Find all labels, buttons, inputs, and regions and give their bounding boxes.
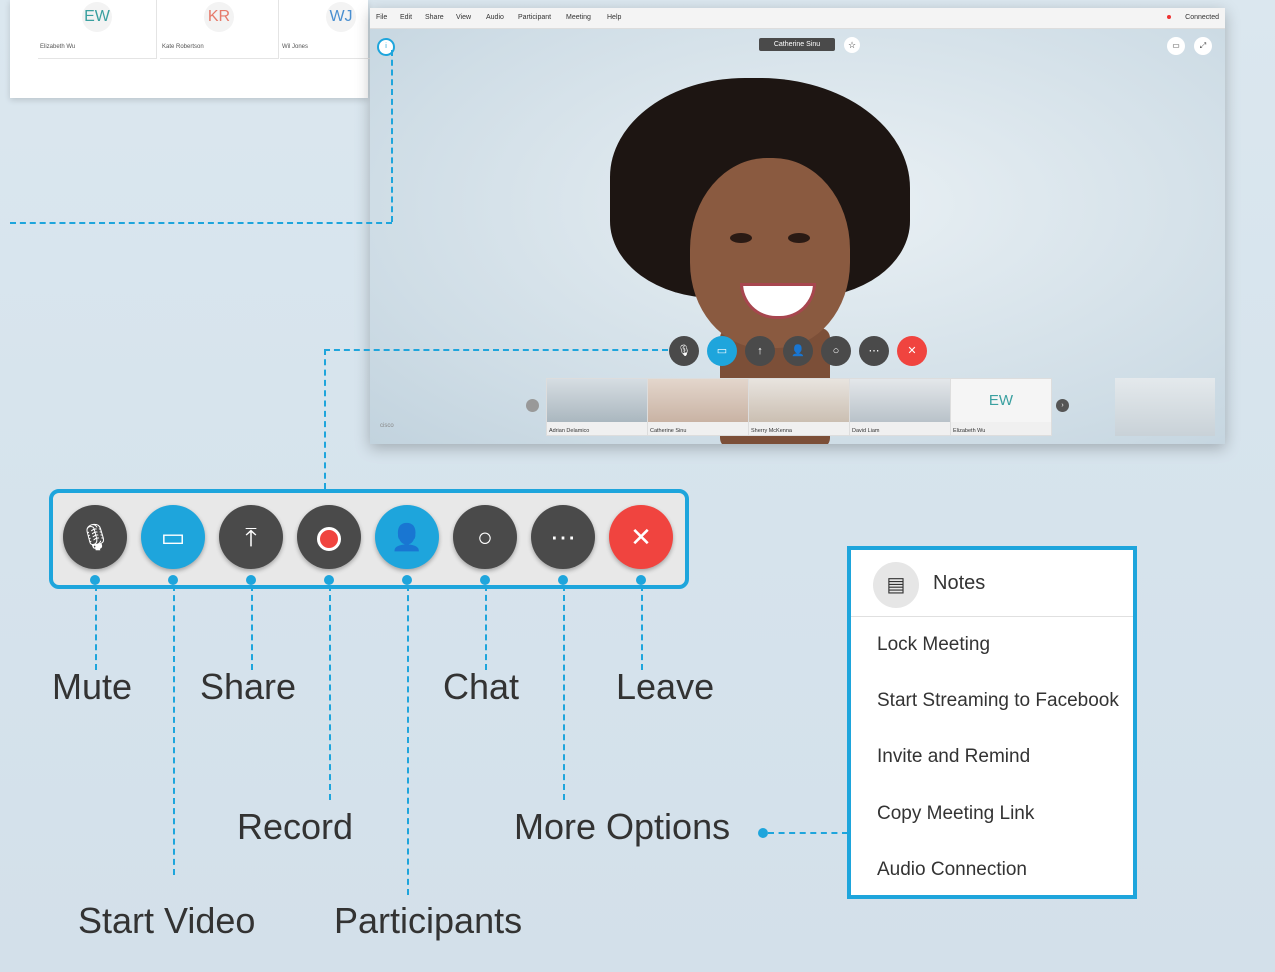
share-label: Share — [200, 666, 297, 707]
record-button[interactable] — [297, 505, 361, 569]
filmstrip-prev-icon[interactable] — [526, 399, 539, 412]
mini-chat-button[interactable]: ○ — [821, 336, 851, 366]
mini-video-button[interactable]: ▭ — [707, 336, 737, 366]
filmstrip-tile[interactable]: Sherry McKenna — [748, 378, 850, 436]
start-video-button[interactable]: ▭ — [141, 505, 205, 569]
menu-item-stream-facebook[interactable]: Start Streaming to Facebook — [877, 690, 1119, 712]
tile-name: Elizabeth Wu — [953, 428, 986, 434]
participants-label: Participants — [334, 900, 523, 941]
filmstrip-tile[interactable]: Catherine Sinu — [647, 378, 749, 436]
menu-item-audio-connection[interactable]: Audio Connection — [877, 859, 1027, 881]
cisco-logo: cisco — [380, 423, 394, 429]
mute-button[interactable]: 🎙 — [63, 505, 127, 569]
mini-share-button[interactable]: ↑ — [745, 336, 775, 366]
menu-view[interactable]: View — [456, 14, 471, 21]
avatar: EW — [82, 2, 112, 32]
filmstrip-next-icon[interactable]: › — [1056, 399, 1069, 412]
filmstrip-tile[interactable]: David Liam — [849, 378, 951, 436]
menu-share[interactable]: Share — [425, 14, 444, 21]
self-view — [1115, 378, 1215, 436]
mini-more-button[interactable]: ⋯ — [859, 336, 889, 366]
active-speaker-label: Catherine Sinu — [759, 38, 835, 51]
menu-item-notes[interactable]: Notes — [933, 572, 985, 595]
layout-icon[interactable]: ▭ — [1167, 37, 1185, 55]
popout-icon[interactable]: ⤢ — [1194, 37, 1212, 55]
tile-name: Adrian Delamico — [549, 428, 590, 434]
more-options-menu: ▤ Notes Lock Meeting Start Streaming to … — [847, 546, 1137, 899]
chat-button[interactable]: ○ — [453, 505, 517, 569]
notes-icon: ▤ — [873, 562, 919, 608]
avatar: WJ — [326, 2, 356, 32]
menu-item-copy-link[interactable]: Copy Meeting Link — [877, 803, 1034, 825]
participant-name: Elizabeth Wu — [40, 44, 76, 50]
mute-label: Mute — [52, 666, 133, 707]
more-options-button[interactable]: ⋯ — [531, 505, 595, 569]
menu-item-invite-remind[interactable]: Invite and Remind — [877, 746, 1030, 768]
participant-tile[interactable]: KR Kate Robertson — [160, 0, 279, 59]
mini-participants-button[interactable]: 👤 — [783, 336, 813, 366]
participants-panel: EW Elizabeth Wu KR Kate Robertson WJ Wil… — [10, 0, 398, 98]
menu-file[interactable]: File — [376, 14, 387, 21]
menu-audio[interactable]: Audio — [486, 14, 504, 21]
mini-mute-button[interactable]: 🎙 — [669, 336, 699, 366]
leader-line — [324, 349, 668, 351]
leader-line — [10, 222, 392, 224]
menu-meeting[interactable]: Meeting — [566, 14, 591, 21]
participant-tile[interactable]: EW Elizabeth Wu — [38, 0, 157, 59]
mini-leave-button[interactable]: ✕ — [897, 336, 927, 366]
tile-name: David Liam — [852, 428, 880, 434]
tile-initials: EW — [951, 379, 1051, 422]
filmstrip-tile[interactable]: EW Elizabeth Wu — [950, 378, 1052, 436]
pin-icon[interactable]: ☆ — [844, 37, 860, 53]
meeting-window: File Edit Share View Audio Participant M… — [370, 8, 1225, 444]
leave-button[interactable]: ✕ — [609, 505, 673, 569]
leader-line — [324, 349, 326, 489]
menu-participant[interactable]: Participant — [518, 14, 551, 21]
connection-status: Connected — [1167, 14, 1219, 21]
menu-item-lock-meeting[interactable]: Lock Meeting — [877, 634, 990, 656]
menu-bar: File Edit Share View Audio Participant M… — [370, 8, 1225, 29]
leave-label: Leave — [616, 666, 715, 707]
start-video-label: Start Video — [78, 900, 256, 941]
participants-button[interactable]: 👤 — [375, 505, 439, 569]
leader-line — [391, 50, 393, 222]
avatar: KR — [204, 2, 234, 32]
tile-name: Sherry McKenna — [751, 428, 792, 434]
chat-label: Chat — [443, 666, 520, 707]
filmstrip-tile[interactable]: Adrian Delamico — [546, 378, 648, 436]
participant-name: Kate Robertson — [162, 44, 204, 50]
record-label: Record — [237, 806, 354, 847]
more-options-label: More Options — [514, 806, 731, 847]
menu-help[interactable]: Help — [607, 14, 621, 21]
menu-edit[interactable]: Edit — [400, 14, 412, 21]
participant-name: Wil Jones — [282, 44, 309, 50]
tile-name: Catherine Sinu — [650, 428, 687, 434]
share-button[interactable]: ⤒ — [219, 505, 283, 569]
